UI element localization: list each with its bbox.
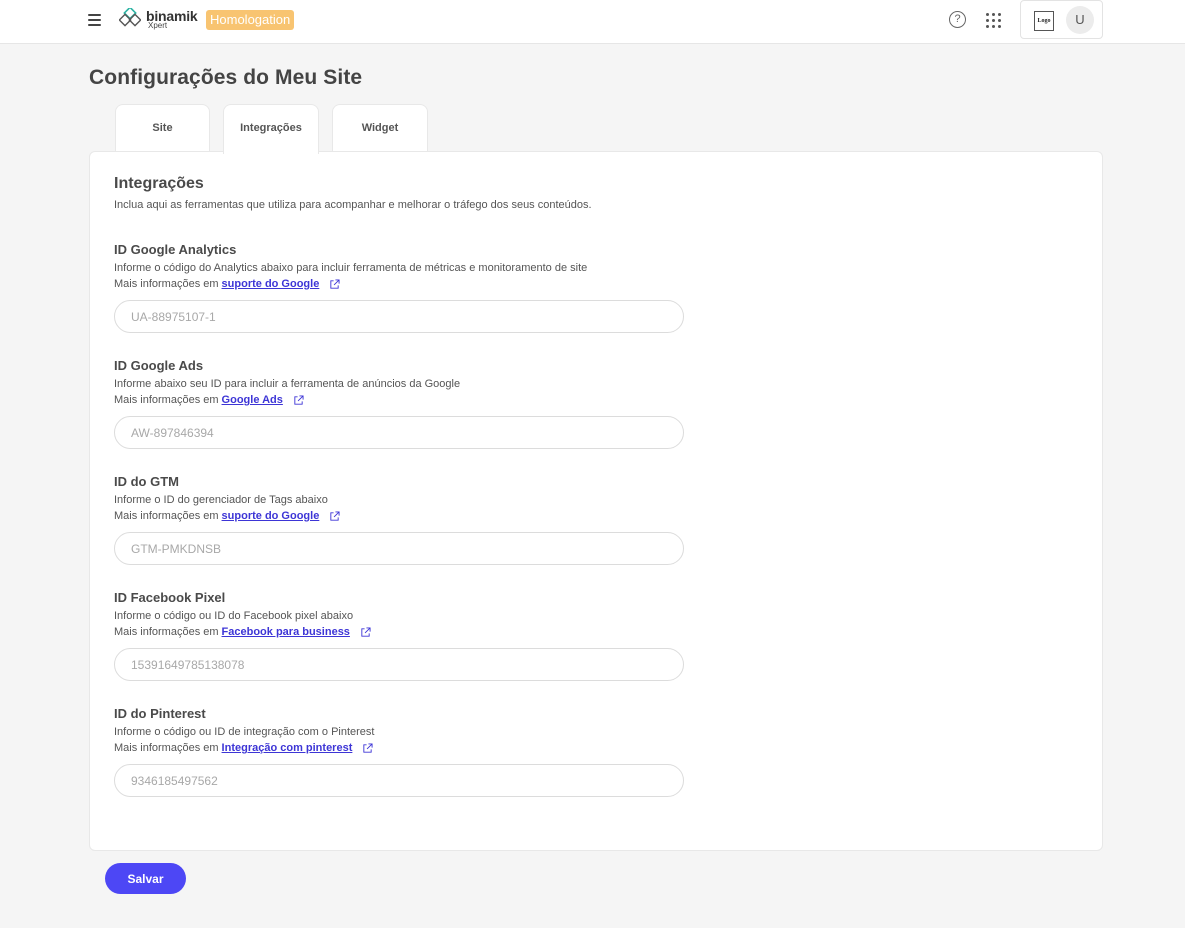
- field-title: ID do GTM: [114, 474, 179, 489]
- field-google-analytics: ID Google Analytics Informe o código do …: [114, 242, 694, 352]
- field-gtm: ID do GTM Informe o ID do gerenciador de…: [114, 474, 694, 584]
- help-link[interactable]: suporte do Google: [222, 510, 320, 522]
- facebook-pixel-input[interactable]: [114, 648, 684, 681]
- tab-widget[interactable]: Widget: [332, 104, 428, 152]
- tab-site[interactable]: Site: [115, 104, 210, 152]
- menu-icon[interactable]: [88, 13, 102, 27]
- environment-badge: Homologation: [206, 10, 295, 30]
- field-description: Informe abaixo seu ID para incluir a fer…: [114, 378, 461, 390]
- account-menu[interactable]: Logo U: [1020, 0, 1103, 39]
- field-description: Informe o código do Analytics abaixo par…: [114, 262, 588, 274]
- field-more-info: Mais informações em Integração com pinte…: [114, 742, 373, 754]
- field-more-info: Mais informações em suporte do Google: [114, 278, 340, 290]
- more-info-prefix: Mais informações em: [114, 626, 219, 638]
- field-more-info: Mais informações em Facebook para busine…: [114, 626, 371, 638]
- field-title: ID Facebook Pixel: [114, 590, 226, 605]
- binamik-logo-icon: [119, 8, 141, 27]
- more-info-prefix: Mais informações em: [114, 510, 219, 522]
- external-link-icon[interactable]: [360, 626, 371, 638]
- more-info-prefix: Mais informações em: [114, 742, 219, 754]
- section-title: Integrações: [114, 175, 204, 192]
- help-link[interactable]: suporte do Google: [222, 278, 320, 290]
- brand-wordmark: binamik Xpert: [146, 9, 198, 30]
- help-link[interactable]: Google Ads: [222, 394, 283, 406]
- field-title: ID Google Analytics: [114, 242, 237, 257]
- google-analytics-input[interactable]: [114, 300, 684, 333]
- more-info-prefix: Mais informações em: [114, 394, 219, 406]
- tab-integracoes[interactable]: Integrações: [223, 104, 319, 154]
- external-link-icon[interactable]: [329, 510, 340, 522]
- brand-logo[interactable]: binamik Xpert: [119, 8, 198, 30]
- help-link[interactable]: Integração com pinterest: [222, 742, 353, 754]
- company-logo: Logo: [1034, 11, 1054, 31]
- external-link-icon[interactable]: [362, 742, 373, 754]
- field-title: ID Google Ads: [114, 358, 204, 373]
- field-more-info: Mais informações em suporte do Google: [114, 510, 340, 522]
- field-google-ads: ID Google Ads Informe abaixo seu ID para…: [114, 358, 694, 468]
- help-icon[interactable]: ?: [949, 11, 966, 28]
- external-link-icon[interactable]: [293, 394, 304, 406]
- page-title: Configurações do Meu Site: [89, 66, 363, 89]
- integrations-card: Integrações Inclua aqui as ferramentas q…: [89, 151, 1103, 851]
- pinterest-input[interactable]: [114, 764, 684, 797]
- more-info-prefix: Mais informações em: [114, 278, 219, 290]
- field-pinterest: ID do Pinterest Informe o código ou ID d…: [114, 706, 694, 816]
- save-button[interactable]: Salvar: [105, 863, 186, 894]
- field-title: ID do Pinterest: [114, 706, 206, 721]
- google-ads-input[interactable]: [114, 416, 684, 449]
- field-description: Informe o código ou ID do Facebook pixel…: [114, 610, 354, 622]
- gtm-input[interactable]: [114, 532, 684, 565]
- help-link[interactable]: Facebook para business: [222, 626, 350, 638]
- external-link-icon[interactable]: [329, 278, 340, 290]
- top-bar: binamik Xpert Homologation ? Logo U: [0, 0, 1185, 44]
- field-facebook-pixel: ID Facebook Pixel Informe o código ou ID…: [114, 590, 694, 700]
- section-description: Inclua aqui as ferramentas que utiliza p…: [114, 199, 592, 211]
- apps-grid-icon[interactable]: [986, 13, 1001, 28]
- field-more-info: Mais informações em Google Ads: [114, 394, 304, 406]
- avatar: U: [1066, 6, 1094, 34]
- field-description: Informe o ID do gerenciador de Tags abai…: [114, 494, 328, 506]
- field-description: Informe o código ou ID de integração com…: [114, 726, 375, 738]
